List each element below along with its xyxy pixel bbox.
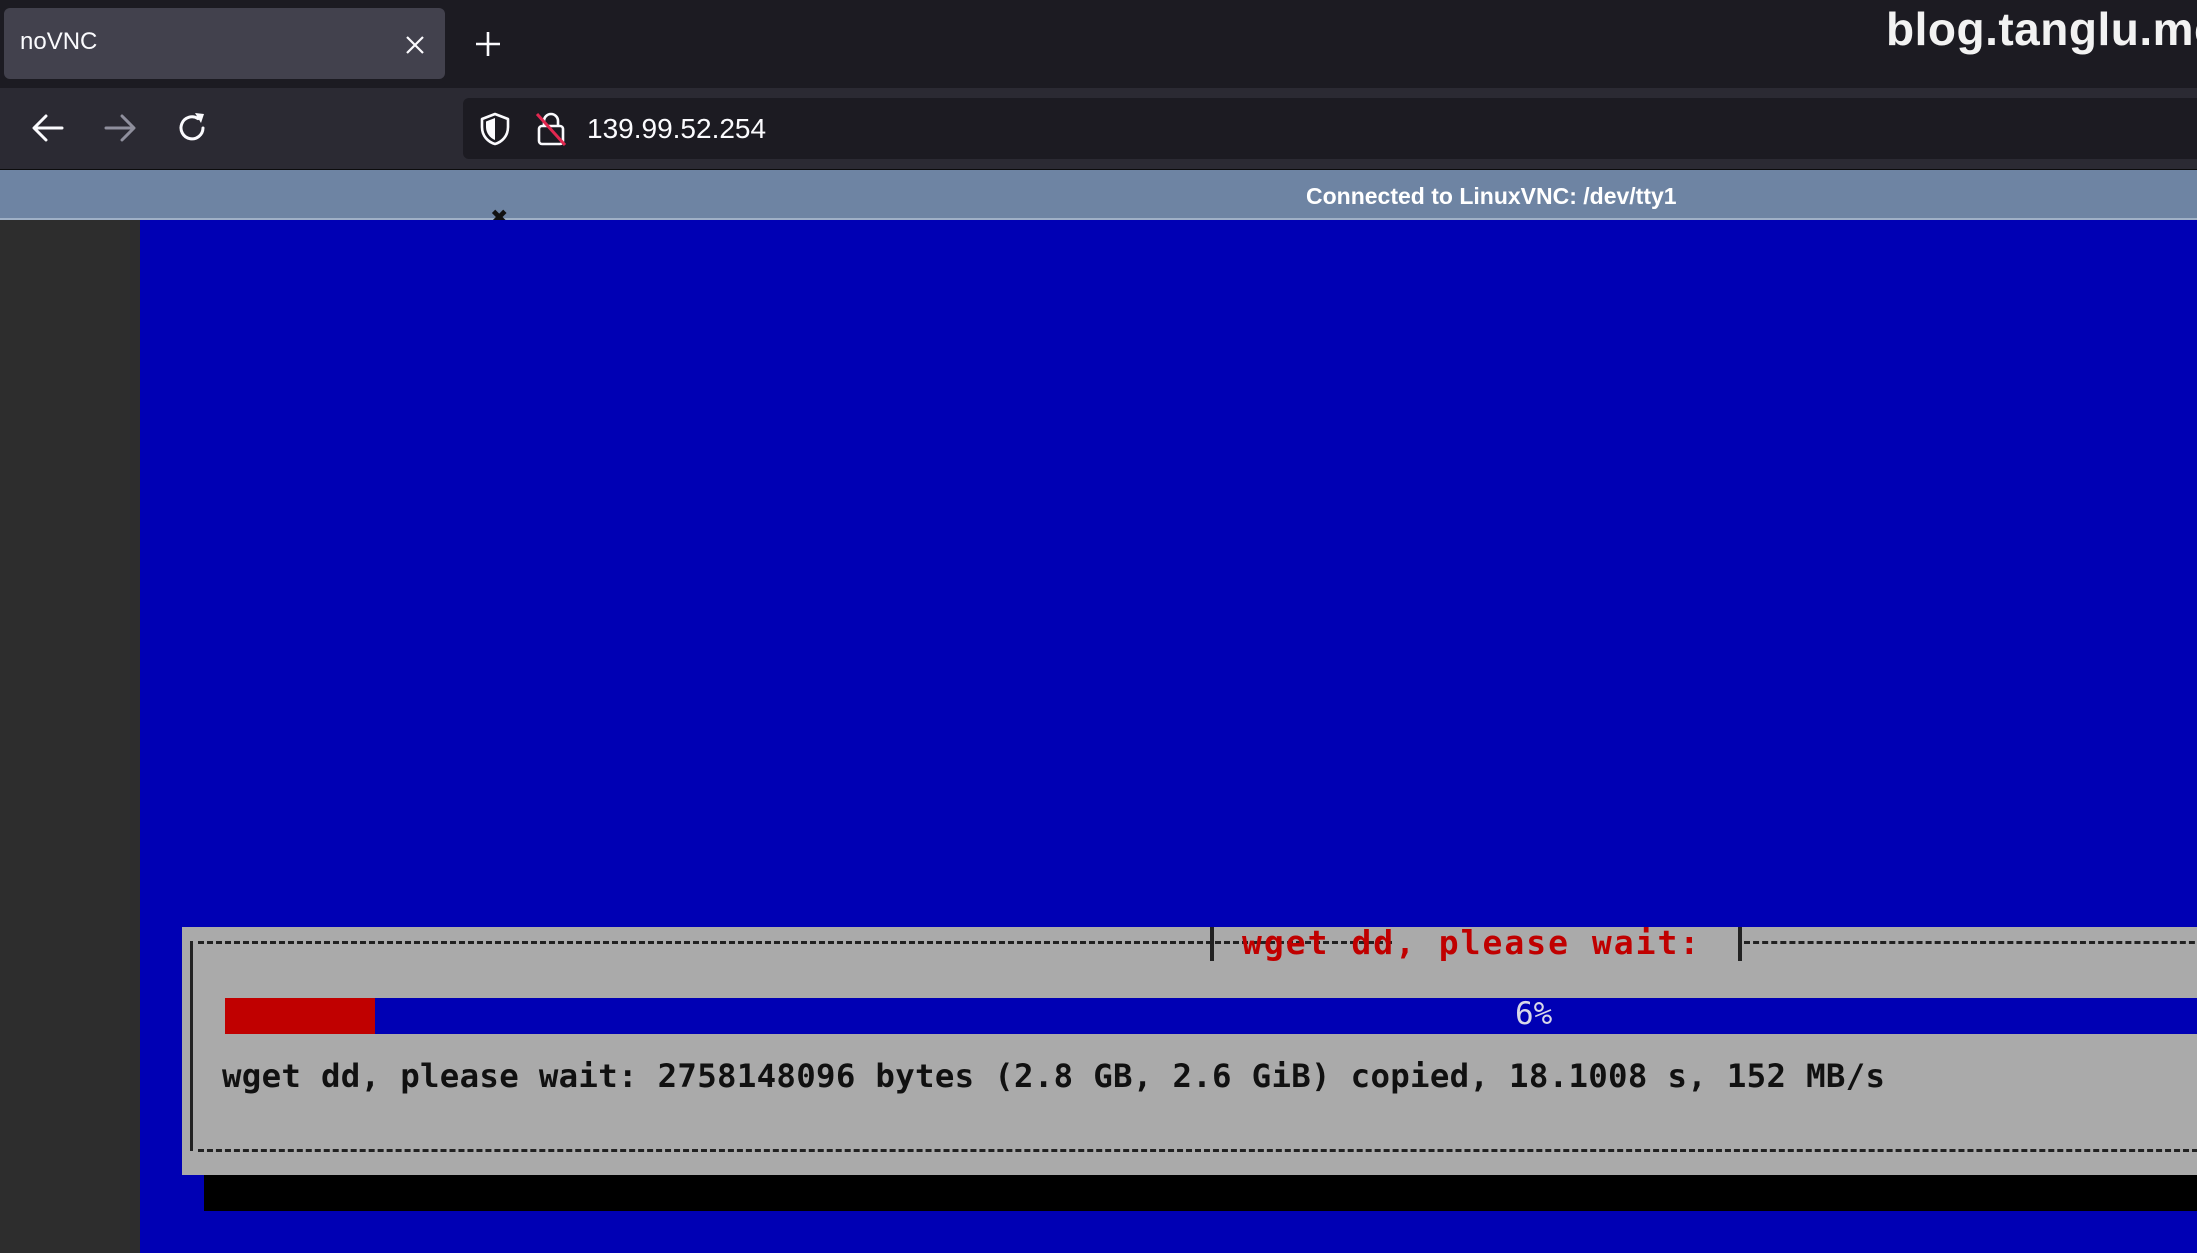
- tab-title: noVNC: [20, 28, 98, 55]
- novnc-status-bar: Connected to LinuxVNC: /dev/tty1 ✖: [0, 170, 2197, 231]
- title-bracket-left: [1210, 927, 1214, 961]
- progress-dialog: wget dd, please wait: 6% wget dd, please…: [182, 923, 2197, 1175]
- close-icon[interactable]: [404, 34, 426, 56]
- tab-novnc[interactable]: noVNC: [4, 8, 445, 79]
- dialog-shadow: [204, 1175, 2197, 1211]
- progress-bar: 6%: [225, 996, 2197, 1034]
- navigation-bar: 139.99.52.254: [0, 88, 2197, 170]
- arrow-right-icon[interactable]: [102, 110, 138, 146]
- copy-status-message: wget dd, please wait: 2758148096 bytes (…: [222, 1057, 1886, 1095]
- reload-icon[interactable]: [174, 110, 210, 146]
- plus-icon[interactable]: [474, 30, 502, 58]
- shield-icon[interactable]: [479, 112, 511, 146]
- title-bracket-right: [1738, 927, 1742, 961]
- insecure-lock-icon[interactable]: [535, 111, 567, 147]
- dialog-border-top-right: [1744, 941, 2197, 944]
- arrow-left-icon[interactable]: [30, 110, 66, 146]
- url-text[interactable]: 139.99.52.254: [587, 113, 766, 145]
- progress-bar-fill: [225, 998, 375, 1034]
- connection-status: Connected to LinuxVNC: /dev/tty1: [1306, 183, 1677, 209]
- dialog-border-left: [190, 941, 193, 1151]
- url-bar[interactable]: 139.99.52.254: [463, 98, 2197, 159]
- watermark: blog.tanglu.me: [1886, 3, 2197, 55]
- dialog-border-bottom: [198, 1149, 2197, 1152]
- dialog-title: wget dd, please wait:: [1242, 923, 1702, 962]
- vnc-margin: [0, 220, 140, 1253]
- progress-percent: 6%: [1515, 996, 1553, 1032]
- tab-bar: noVNC blog.tanglu.me: [0, 0, 2197, 88]
